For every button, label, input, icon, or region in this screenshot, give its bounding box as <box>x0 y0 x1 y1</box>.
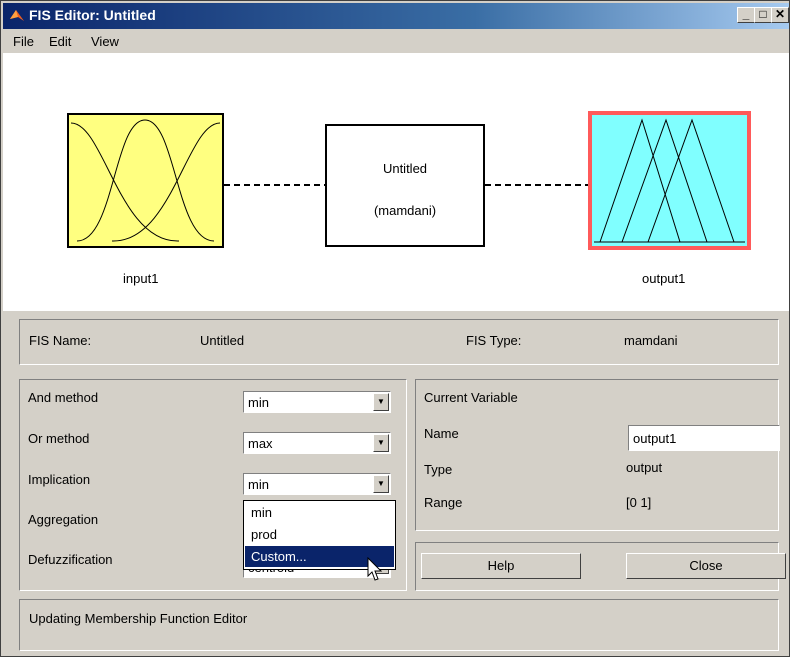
title-bar[interactable]: FIS Editor: Untitled _ □ ✕ <box>3 3 789 29</box>
fis-system-box[interactable]: Untitled (mamdani) <box>325 124 485 247</box>
implication-select[interactable]: min ▼ <box>243 473 391 495</box>
matlab-icon <box>10 10 24 21</box>
variable-range-value[interactable]: [0 1] <box>626 495 651 510</box>
status-text: Updating Membership Function Editor <box>29 611 248 626</box>
chevron-down-icon[interactable]: ▼ <box>373 393 389 411</box>
fis-type-value: mamdani <box>624 333 678 348</box>
status-panel: Updating Membership Function Editor <box>19 599 779 651</box>
menu-view[interactable]: View <box>91 34 119 49</box>
or-method-label: Or method <box>28 431 90 446</box>
help-button[interactable]: Help <box>421 553 581 579</box>
window-title: FIS Editor: Untitled <box>29 7 156 23</box>
system-name: Untitled <box>382 161 428 176</box>
and-method-select[interactable]: min ▼ <box>243 391 391 413</box>
chevron-down-icon[interactable]: ▼ <box>373 475 389 493</box>
minimize-button[interactable]: _ <box>737 7 755 23</box>
close-window-button[interactable]: ✕ <box>771 7 789 23</box>
implication-option-min[interactable]: min <box>245 502 394 523</box>
or-method-select[interactable]: max ▼ <box>243 432 391 454</box>
implication-label: Implication <box>28 472 91 487</box>
fis-editor-window: FIS Editor: Untitled _ □ ✕ File Edit Vie… <box>0 0 790 657</box>
fis-name-label: FIS Name: <box>29 333 92 348</box>
variable-range-label: Range <box>424 495 463 510</box>
menu-file[interactable]: File <box>13 34 34 49</box>
and-method-value: min <box>248 395 269 410</box>
implication-option-prod[interactable]: prod <box>245 524 394 545</box>
maximize-button[interactable]: □ <box>754 7 772 23</box>
fis-diagram-canvas: input1 Untitled (mamdani) output1 <box>3 53 789 311</box>
system-type: (mamdani) <box>373 203 437 218</box>
mouse-pointer-icon <box>367 557 383 581</box>
fis-info-panel: FIS Name: Untitled FIS Type: mamdani <box>19 319 779 365</box>
variable-type-label: Type <box>424 462 453 477</box>
current-variable-heading: Current Variable <box>424 390 518 405</box>
chevron-down-icon[interactable]: ▼ <box>373 434 389 452</box>
variable-name-label: Name <box>424 426 459 441</box>
and-method-label: And method <box>28 390 99 405</box>
fis-name-value: Untitled <box>200 333 245 348</box>
variable-type-value: output <box>626 460 663 475</box>
close-button[interactable]: Close <box>626 553 786 579</box>
current-variable-panel: Current Variable Name Type output Range … <box>415 379 779 531</box>
variable-name-input[interactable]: output1 <box>628 425 780 451</box>
output-membership-functions-plot <box>594 118 745 243</box>
implication-value: min <box>248 477 269 492</box>
menu-edit[interactable]: Edit <box>49 34 71 49</box>
defuzzification-label: Defuzzification <box>28 552 113 567</box>
or-method-value: max <box>248 436 273 451</box>
output1-label: output1 <box>642 271 686 286</box>
menu-bar: File Edit View <box>3 30 789 52</box>
output1-variable-box[interactable] <box>588 111 751 250</box>
fis-type-label: FIS Type: <box>466 333 522 348</box>
aggregation-label: Aggregation <box>28 512 99 527</box>
